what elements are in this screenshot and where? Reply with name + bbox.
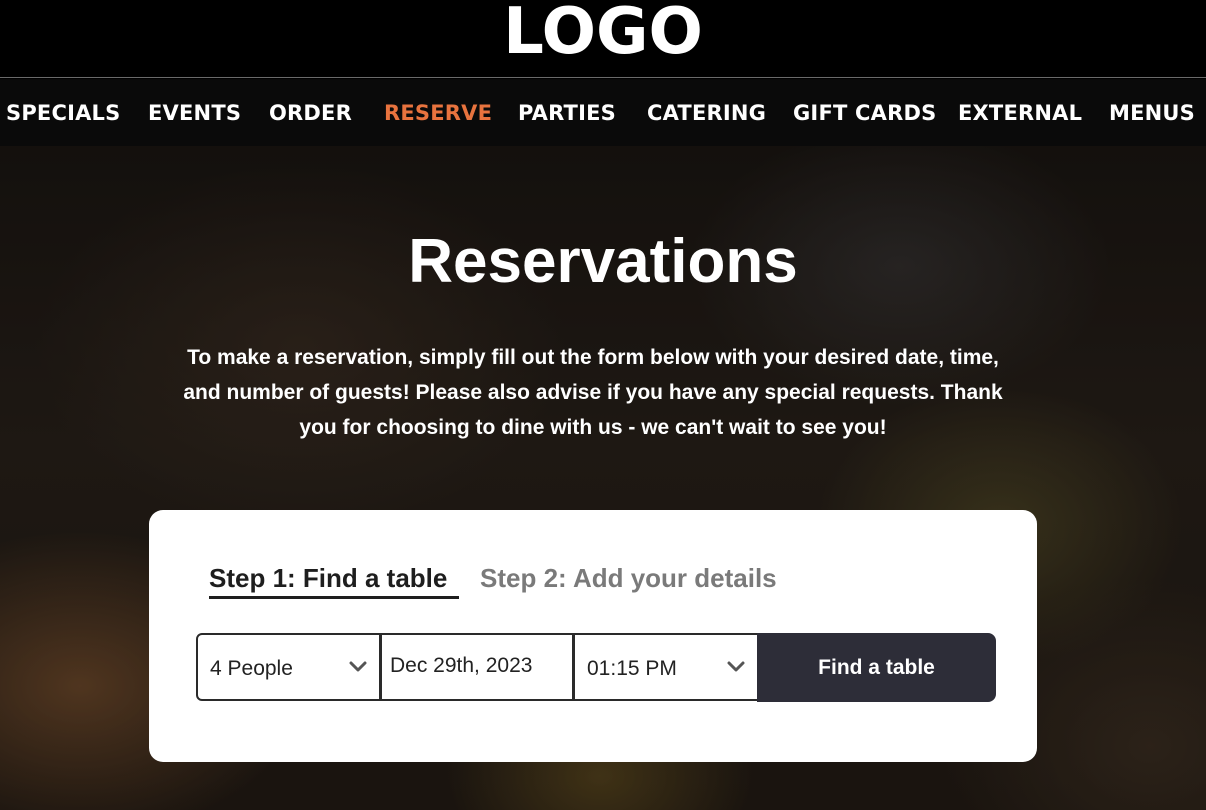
nav-item-parties[interactable]: PARTIES: [518, 101, 616, 125]
nav-item-gift-cards[interactable]: GIFT CARDS: [793, 101, 936, 125]
active-step-underline: [209, 596, 459, 599]
nav-item-catering[interactable]: CATERING: [647, 101, 766, 125]
chevron-down-icon: [349, 661, 367, 672]
nav-item-reserve[interactable]: RESERVE: [384, 101, 492, 125]
time-value: 01:15 PM: [587, 657, 677, 680]
intro-line: you for choosing to dine with us - we ca…: [299, 416, 887, 439]
nav-item-specials[interactable]: SPECIALS: [6, 101, 120, 125]
intro-line: To make a reservation, simply fill out t…: [187, 346, 999, 369]
nav-item-external[interactable]: EXTERNAL: [958, 101, 1082, 125]
party-size-select[interactable]: 4 People: [196, 633, 381, 701]
main-nav: SPECIALS EVENTS ORDER RESERVE PARTIES CA…: [0, 79, 1206, 146]
intro-text: To make a reservation, simply fill out t…: [133, 340, 1053, 445]
page-title: Reservations: [408, 227, 798, 296]
time-select[interactable]: 01:15 PM: [573, 633, 759, 701]
nav-item-order[interactable]: ORDER: [269, 101, 352, 125]
intro-line: and number of guests! Please also advise…: [183, 381, 1003, 404]
find-table-button[interactable]: Find a table: [757, 633, 996, 702]
date-picker[interactable]: Dec 29th, 2023: [380, 633, 574, 701]
nav-item-events[interactable]: EVENTS: [148, 101, 241, 125]
tab-step-2[interactable]: Step 2: Add your details: [480, 563, 777, 594]
date-value: Dec 29th, 2023: [390, 654, 533, 677]
site-header: LOGO: [0, 0, 1206, 78]
logo[interactable]: LOGO: [503, 0, 703, 64]
party-size-value: 4 People: [210, 657, 293, 680]
nav-item-menus[interactable]: MENUS: [1109, 101, 1195, 125]
reservation-card: Step 1: Find a table Step 2: Add your de…: [149, 510, 1037, 762]
chevron-down-icon: [727, 661, 745, 672]
tab-step-1[interactable]: Step 1: Find a table: [209, 563, 447, 594]
